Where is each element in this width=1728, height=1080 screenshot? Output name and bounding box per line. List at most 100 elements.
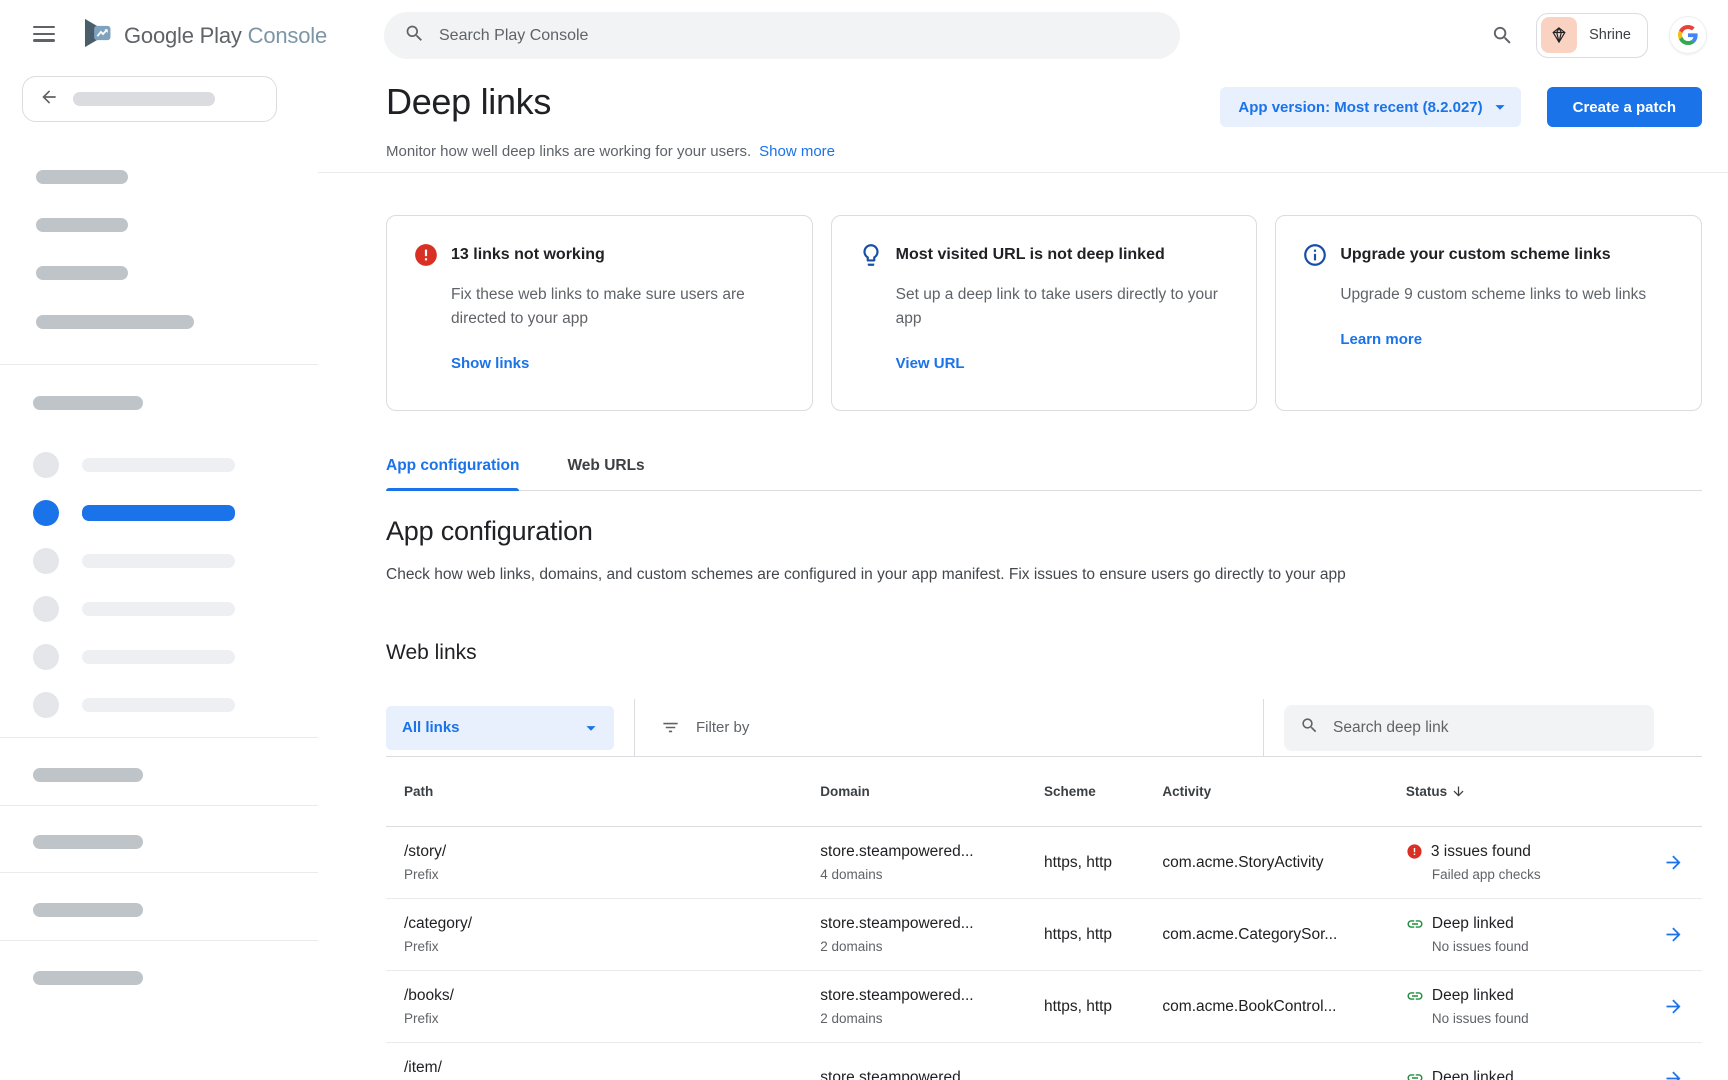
- search-icon[interactable]: [1491, 24, 1514, 47]
- skeleton-bar: [36, 266, 128, 280]
- row-detail-arrow-icon[interactable]: [1663, 1068, 1684, 1080]
- page-subtitle: Monitor how well deep links are working …: [386, 143, 1702, 160]
- top-bar: Google PlayConsole: [0, 0, 1728, 70]
- domain-count: 2 domains: [820, 1009, 1044, 1029]
- skeleton-bar: [33, 903, 143, 917]
- section-description: Check how web links, domains, and custom…: [386, 563, 1702, 587]
- filter-by-label: Filter by: [696, 719, 749, 736]
- toolbar-divider: [1263, 699, 1264, 756]
- sidebar-divider: [0, 872, 318, 873]
- sidebar-divider: [0, 805, 318, 806]
- row-detail-arrow-icon[interactable]: [1663, 996, 1684, 1017]
- path-value: /story/: [404, 841, 820, 863]
- app-selector-chip[interactable]: Shrine: [1536, 13, 1648, 58]
- lightbulb-icon: [858, 242, 884, 273]
- active-nav-item[interactable]: [33, 500, 59, 526]
- column-header-path[interactable]: Path: [386, 784, 820, 799]
- google-account-avatar[interactable]: [1670, 17, 1706, 53]
- domain-count: 4 domains: [820, 865, 1044, 885]
- logo-text: Google PlayConsole: [124, 23, 327, 49]
- deep-link-search-input[interactable]: [1333, 719, 1638, 737]
- filter-by-button[interactable]: Filter by: [661, 718, 749, 737]
- nav-item-skeleton[interactable]: [82, 698, 235, 712]
- status-badge: Deep linked: [1406, 913, 1646, 935]
- column-header-scheme[interactable]: Scheme: [1044, 784, 1162, 799]
- nav-item-skeleton[interactable]: [33, 596, 59, 622]
- column-header-status[interactable]: Status: [1406, 784, 1466, 799]
- scheme-value: https, http: [1044, 998, 1112, 1015]
- create-patch-button[interactable]: Create a patch: [1547, 87, 1702, 127]
- activity-value: com.acme.CategorySor...: [1162, 926, 1337, 943]
- card-body: Upgrade 9 custom scheme links to web lin…: [1340, 283, 1670, 307]
- table-row[interactable]: /story/ Prefix store.steampowered... 4 d…: [386, 827, 1702, 899]
- top-bar-right: Shrine: [1491, 0, 1706, 70]
- links-not-working-card: 13 links not working Fix these web links…: [386, 215, 813, 411]
- status-badge: 3 issues found: [1406, 841, 1646, 863]
- console-search-bar[interactable]: [384, 12, 1180, 59]
- nav-item-skeleton[interactable]: [33, 548, 59, 574]
- nav-item-skeleton[interactable]: [82, 650, 235, 664]
- link-icon: [1406, 915, 1424, 933]
- menu-icon[interactable]: [33, 26, 55, 42]
- back-button[interactable]: [22, 76, 277, 122]
- domain-value: store.steampowered...: [820, 985, 1044, 1007]
- column-header-domain[interactable]: Domain: [820, 784, 1044, 799]
- table-row[interactable]: /books/ Prefix store.steampowered... 2 d…: [386, 971, 1702, 1043]
- links-filter-value: All links: [402, 719, 460, 736]
- sort-descending-icon: [1451, 784, 1466, 799]
- show-more-link[interactable]: Show more: [759, 143, 835, 160]
- app-version-dropdown[interactable]: App version: Most recent (8.2.027): [1220, 87, 1520, 127]
- view-url-link[interactable]: View URL: [896, 355, 965, 372]
- table-row[interactable]: /item/ Prefix store.steampowered... Deep…: [386, 1043, 1702, 1080]
- nav-item-skeleton[interactable]: [33, 644, 59, 670]
- row-detail-arrow-icon[interactable]: [1663, 852, 1684, 873]
- scheme-value: https, http: [1044, 854, 1112, 871]
- upgrade-schemes-card: Upgrade your custom scheme links Upgrade…: [1275, 215, 1702, 411]
- domain-value: store.steampowered...: [820, 1067, 1044, 1080]
- nav-item-skeleton[interactable]: [82, 458, 235, 472]
- activity-value: com.acme.BookControl...: [1162, 998, 1336, 1015]
- sidebar-divider: [0, 940, 318, 941]
- column-header-activity[interactable]: Activity: [1162, 784, 1405, 799]
- most-visited-url-card: Most visited URL is not deep linked Set …: [831, 215, 1258, 411]
- nav-item-skeleton[interactable]: [82, 602, 235, 616]
- path-type: Prefix: [404, 937, 820, 957]
- domain-count: 2 domains: [820, 937, 1044, 957]
- scheme-value: https, http: [1044, 926, 1112, 943]
- deep-link-search[interactable]: [1284, 705, 1654, 751]
- console-search-input[interactable]: [439, 27, 1160, 45]
- card-title: 13 links not working: [451, 242, 605, 268]
- tab-app-configuration[interactable]: App configuration: [386, 457, 519, 490]
- show-links-link[interactable]: Show links: [451, 355, 529, 372]
- info-icon: [1302, 242, 1328, 273]
- nav-item-skeleton[interactable]: [82, 554, 235, 568]
- row-detail-arrow-icon[interactable]: [1663, 924, 1684, 945]
- learn-more-link[interactable]: Learn more: [1340, 331, 1422, 348]
- card-title: Upgrade your custom scheme links: [1340, 242, 1610, 268]
- header-actions: App version: Most recent (8.2.027) Creat…: [1220, 87, 1702, 127]
- chevron-down-icon: [1489, 96, 1511, 118]
- play-console-app: Google PlayConsole: [0, 0, 1728, 1080]
- path-value: /books/: [404, 985, 820, 1007]
- path-type: Prefix: [404, 1009, 820, 1029]
- play-console-logo: Google PlayConsole: [80, 16, 327, 55]
- link-icon: [1406, 1069, 1424, 1080]
- app-version-label: App version: Most recent (8.2.027): [1238, 99, 1482, 116]
- path-value: /item/: [404, 1057, 820, 1079]
- skeleton-bar: [36, 170, 128, 184]
- toolbar-divider: [634, 699, 635, 756]
- table-row[interactable]: /category/ Prefix store.steampowered... …: [386, 899, 1702, 971]
- nav-item-skeleton[interactable]: [33, 452, 59, 478]
- card-body: Set up a deep link to take users directl…: [896, 283, 1226, 331]
- active-nav-item[interactable]: [82, 505, 235, 521]
- chevron-down-icon: [580, 717, 602, 739]
- nav-item-skeleton[interactable]: [33, 692, 59, 718]
- page-title: Deep links: [386, 80, 551, 124]
- skeleton-bar: [36, 218, 128, 232]
- header-divider: [318, 172, 1728, 173]
- tab-web-urls[interactable]: Web URLs: [567, 457, 644, 490]
- links-filter-dropdown[interactable]: All links: [386, 706, 614, 750]
- promo-cards: 13 links not working Fix these web links…: [386, 215, 1702, 411]
- path-type: Prefix: [404, 865, 820, 885]
- search-icon: [404, 23, 425, 49]
